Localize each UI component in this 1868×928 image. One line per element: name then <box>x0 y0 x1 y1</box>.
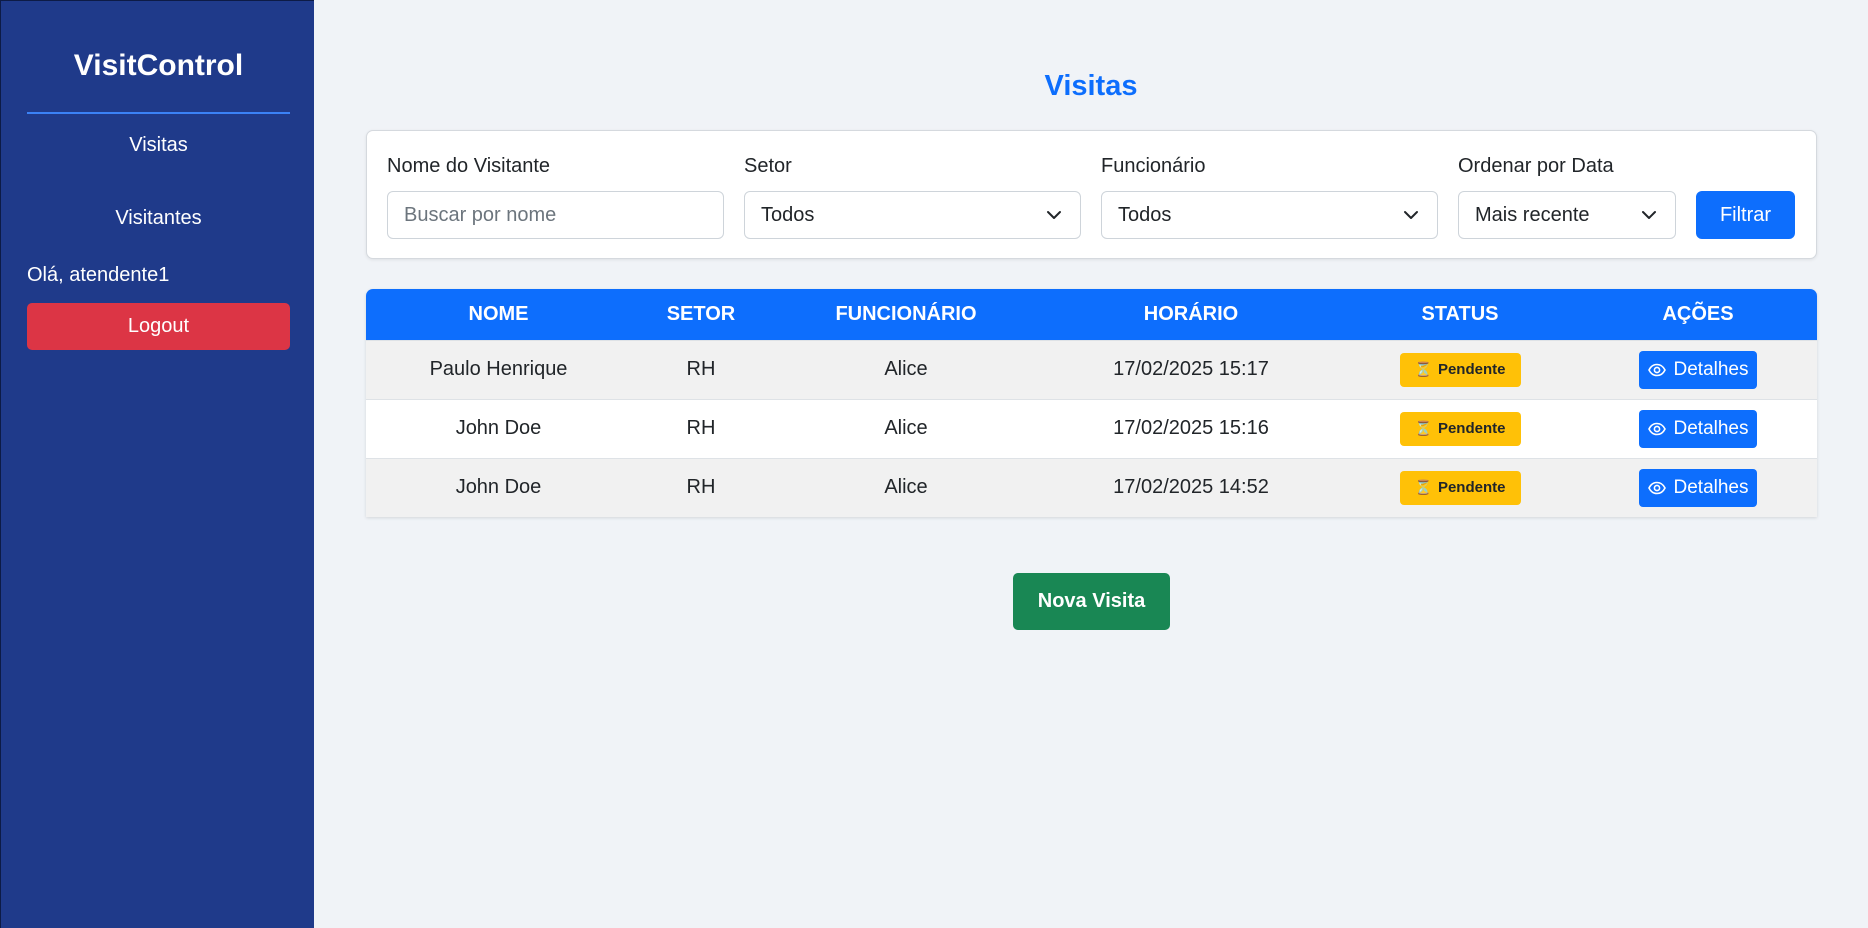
visitor-name-input[interactable] <box>404 193 723 238</box>
details-button[interactable]: Detalhes <box>1639 350 1757 389</box>
app-brand: VisitControl <box>73 49 244 82</box>
status-badge-label: Pendente <box>1437 361 1506 378</box>
setor-select[interactable]: Todos <box>744 191 1081 239</box>
eye-icon <box>1647 422 1666 435</box>
cell-status: ⏳ Pendente <box>1341 340 1579 399</box>
details-button-label: Detalhes <box>1673 358 1749 380</box>
details-button-label: Detalhes <box>1673 476 1749 498</box>
eye-icon <box>1647 363 1666 376</box>
table-header-row: NOME SETOR FUNCIONÁRIO HORÁRIO STATUS AÇ… <box>366 289 1817 340</box>
visitor-name-field[interactable] <box>387 191 724 239</box>
filter-panel: Nome do Visitante Setor Todos Funcionári… <box>366 130 1817 259</box>
new-visit-button[interactable]: Nova Visita <box>1013 573 1170 630</box>
user-greeting: Olá, atendente1 <box>27 264 170 286</box>
funcionario-select[interactable]: Todos <box>1101 191 1438 239</box>
cell-acoes: Detalhes <box>1579 340 1817 399</box>
column-header-funcionario[interactable]: FUNCIONÁRIO <box>771 289 1041 340</box>
chevron-down-icon <box>1404 211 1418 219</box>
visits-table-container: NOME SETOR FUNCIONÁRIO HORÁRIO STATUS AÇ… <box>366 289 1817 517</box>
sidebar-item-visitantes[interactable]: Visitantes <box>27 207 290 230</box>
column-header-status[interactable]: STATUS <box>1341 289 1579 340</box>
setor-select-value: Todos <box>761 204 815 226</box>
cell-acoes: Detalhes <box>1579 399 1817 458</box>
status-badge-label: Pendente <box>1437 420 1506 437</box>
funcionario-select-value: Todos <box>1118 204 1172 226</box>
status-badge: ⏳ Pendente <box>1399 411 1521 446</box>
cell-nome: Paulo Henrique <box>429 358 568 380</box>
sidebar: VisitControl Visitas Visitantes Olá, ate… <box>0 0 314 928</box>
cell-setor: RH <box>686 476 716 499</box>
column-header-nome[interactable]: NOME <box>366 289 631 340</box>
table-row: John Doe RH Alice 17/02/2025 14:52 ⏳ Pen… <box>366 458 1817 517</box>
cell-funcionario: Alice <box>884 476 928 499</box>
filter-button[interactable]: Filtrar <box>1696 191 1795 239</box>
hourglass-icon: ⏳ <box>1414 361 1432 377</box>
cell-funcionario: Alice <box>884 358 928 380</box>
cell-setor: RH <box>686 358 716 380</box>
order-select-value: Mais recente <box>1475 204 1590 226</box>
column-header-setor[interactable]: SETOR <box>631 289 771 340</box>
status-badge-label: Pendente <box>1437 479 1506 497</box>
visitor-name-label: Nome do Visitante <box>387 155 551 177</box>
cell-horario: 17/02/2025 15:17 <box>1113 358 1269 380</box>
eye-icon <box>1647 481 1666 495</box>
details-button[interactable]: Detalhes <box>1639 468 1757 507</box>
hourglass-icon: ⏳ <box>1414 479 1432 496</box>
cell-nome: John Doe <box>455 476 542 499</box>
page-title: Visitas <box>1044 70 1138 102</box>
cell-status: ⏳ Pendente <box>1341 458 1579 517</box>
column-header-acoes[interactable]: AÇÕES <box>1579 289 1817 340</box>
cell-nome: John Doe <box>455 417 542 439</box>
logout-button[interactable]: Logout <box>27 303 290 350</box>
visits-table: NOME SETOR FUNCIONÁRIO HORÁRIO STATUS AÇ… <box>366 289 1817 517</box>
funcionario-label: Funcionário <box>1101 155 1206 177</box>
details-button[interactable]: Detalhes <box>1639 409 1757 448</box>
cell-horario: 17/02/2025 14:52 <box>1113 476 1269 499</box>
cell-setor: RH <box>686 417 716 439</box>
table-row: Paulo Henrique RH Alice 17/02/2025 15:17… <box>366 340 1817 399</box>
column-header-horario[interactable]: HORÁRIO <box>1041 289 1341 340</box>
details-button-label: Detalhes <box>1673 417 1749 439</box>
cell-acoes: Detalhes <box>1579 458 1817 517</box>
setor-label: Setor <box>744 155 792 177</box>
order-select[interactable]: Mais recente <box>1458 191 1676 239</box>
status-badge: ⏳ Pendente <box>1399 352 1521 387</box>
table-row: John Doe RH Alice 17/02/2025 15:16 ⏳ Pen… <box>366 399 1817 458</box>
brand-divider <box>27 112 290 114</box>
order-label: Ordenar por Data <box>1458 155 1614 177</box>
status-badge: ⏳ Pendente <box>1399 470 1521 505</box>
chevron-down-icon <box>1047 211 1061 219</box>
chevron-down-icon <box>1642 211 1656 219</box>
cell-funcionario: Alice <box>884 417 928 439</box>
cell-horario: 17/02/2025 15:16 <box>1113 417 1269 439</box>
cell-status: ⏳ Pendente <box>1341 399 1579 458</box>
hourglass-icon: ⏳ <box>1414 420 1432 436</box>
sidebar-item-visitas[interactable]: Visitas <box>27 134 290 157</box>
